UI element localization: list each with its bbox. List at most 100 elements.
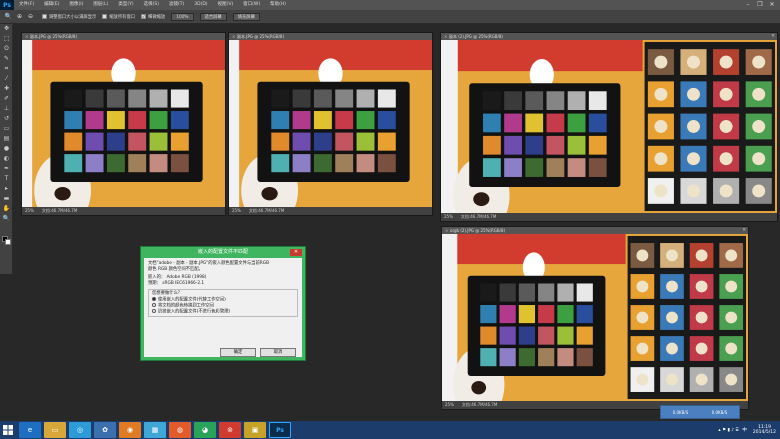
menu-image[interactable]: 图像(I) — [64, 0, 88, 10]
menu-help[interactable]: 帮助(H) — [265, 0, 291, 10]
photo-colorchecker — [441, 40, 777, 213]
menu-bar: Ps 文件(F) 编辑(E) 图像(I) 图层(L) 类型(Y) 选择(S) 滤… — [0, 0, 780, 10]
eraser-tool-icon[interactable]: ▭ — [0, 124, 13, 134]
zoom-in-icon[interactable]: ⊕ — [15, 12, 24, 21]
document-tab[interactable]: × 副本.JPG @ 25%(RGB/8) — [22, 33, 225, 40]
close-icon[interactable]: ✕ — [290, 249, 302, 256]
resize-windows-checkbox[interactable]: 调整窗口大小以满屏显示 — [42, 14, 96, 20]
brush-tool-icon[interactable]: ✐ — [0, 94, 13, 104]
menu-type[interactable]: 类型(Y) — [113, 0, 138, 10]
document-canvas[interactable] — [229, 40, 432, 207]
stamp-tool-icon[interactable]: ⊥ — [0, 104, 13, 114]
zoom-all-windows-checkbox[interactable]: 缩放所有窗口 — [102, 14, 135, 20]
fit-screen-button[interactable]: 适合屏幕 — [199, 12, 227, 21]
menu-layer[interactable]: 图层(L) — [88, 0, 113, 10]
pen-tool-icon[interactable]: ✒ — [0, 164, 13, 174]
hand-tool-icon[interactable]: ✋ — [0, 204, 13, 214]
qq-icon[interactable]: ✿ — [94, 422, 116, 438]
photoshop-window: Ps 文件(F) 编辑(E) 图像(I) 图层(L) 类型(Y) 选择(S) 滤… — [0, 0, 780, 439]
eyedropper-tool-icon[interactable]: ⁄ — [0, 74, 13, 84]
photo-colorchecker — [22, 40, 225, 207]
document-tab[interactable]: × 副本 (2).JPG @ 25%(RGB/8) ✕ — [441, 33, 777, 40]
zoom-tool-icon[interactable]: 🔍 — [4, 12, 13, 21]
path-select-icon[interactable]: ▸ — [0, 184, 13, 194]
status-bar: 25% 文档:46.7M/46.7M — [229, 207, 432, 215]
window-controls: – ❐ ✕ — [742, 0, 778, 10]
menu-edit[interactable]: 编辑(E) — [39, 0, 64, 10]
profile-mismatch-dialog: 嵌入的配置文件不匹配 ✕ 文档"adobe - 副本 - 副本.JPG"的嵌入颜… — [140, 246, 306, 361]
close-icon[interactable]: ✕ — [742, 227, 746, 234]
radio-discard[interactable]: 扔掉嵌入的配置文件(不进行色彩管理) — [152, 308, 294, 315]
options-group: 您想要做什么？ 使用嵌入的配置文件(代替工作空间) 将文档的颜色转换到工作空间 … — [148, 289, 298, 317]
dodge-tool-icon[interactable]: ◐ — [0, 154, 13, 164]
menu-file[interactable]: 文件(F) — [14, 0, 39, 10]
status-bar: 25% 文档:46.7M/46.7M — [22, 207, 225, 215]
move-tool-icon[interactable]: ✥ — [0, 24, 13, 34]
firefox-icon[interactable]: ◉ — [119, 422, 141, 438]
taskbar: e ▭ ◎ ✿ ◉ ▦ ◍ ◕ ⊚ ▣ Ps ▴ ⚑ ▮ ♪ ⌸ 中 11:19… — [0, 421, 780, 439]
document-window-2[interactable]: × 副本.JPG @ 25%(RGB/8) 25% 文档:46.7M/46.7M — [228, 32, 433, 216]
tray-icons[interactable]: ▴ ⚑ ▮ ♪ ⌸ — [718, 427, 738, 433]
download-speed: 0.0KB/S — [711, 409, 728, 415]
fill-screen-button[interactable]: 填充屏幕 — [232, 12, 260, 21]
lasso-tool-icon[interactable]: ʘ — [0, 44, 13, 54]
app-icon[interactable]: ◎ — [69, 422, 91, 438]
menu-select[interactable]: 选择(S) — [139, 0, 164, 10]
document-window-4[interactable]: × orgb (2).JPG @ 25%(RGB/8) ✕ 25% 文档:46.7M/… — [441, 226, 749, 410]
photo-colorchecker — [442, 234, 748, 401]
menu-window[interactable]: 窗口(W) — [238, 0, 265, 10]
close-icon[interactable]: ✕ — [766, 0, 778, 10]
history-brush-icon[interactable]: ↺ — [0, 114, 13, 124]
document-window-1[interactable]: × 副本.JPG @ 25%(RGB/8) 25% 文档:46.7M/46.7M — [21, 32, 226, 216]
document-canvas[interactable] — [441, 40, 777, 213]
chrome-icon[interactable]: ◕ — [194, 422, 216, 438]
document-canvas[interactable] — [22, 40, 225, 207]
radio-icon — [152, 302, 156, 307]
photo-colorchecker — [229, 40, 432, 207]
system-tray: ▴ ⚑ ▮ ♪ ⌸ 中 11:19 2014/5/12 — [718, 421, 776, 439]
blur-tool-icon[interactable]: ● — [0, 144, 13, 154]
marquee-tool-icon[interactable]: ⬚ — [0, 34, 13, 44]
file-explorer-icon[interactable]: ▭ — [44, 422, 66, 438]
crop-tool-icon[interactable]: ⌗ — [0, 64, 13, 74]
close-icon[interactable]: ✕ — [771, 33, 775, 40]
ok-button[interactable]: 确定 — [220, 348, 256, 357]
menu-filter[interactable]: 滤镜(T) — [164, 0, 189, 10]
checkmark-icon: ✓ — [141, 14, 147, 19]
photoshop-taskbar-icon[interactable]: Ps — [269, 422, 291, 438]
zoom-tool-icon[interactable]: 🔍 — [0, 214, 13, 224]
dialog-body: 文档"adobe - 副本 - 副本.JPG"的嵌入颜色配置文件与当前RGB 颜… — [144, 258, 302, 357]
tools-panel: ✥ ⬚ ʘ ✎ ⌗ ⁄ ✚ ✐ ⊥ ↺ ▭ ▤ ● ◐ ✒ T ▸ ▬ ✋ 🔍 — [0, 24, 13, 274]
healing-tool-icon[interactable]: ✚ — [0, 84, 13, 94]
cancel-button[interactable]: 取消 — [260, 348, 296, 357]
windows-start-icon[interactable] — [0, 421, 16, 439]
quick-select-tool-icon[interactable]: ✎ — [0, 54, 13, 64]
menu-3d[interactable]: 3D(D) — [189, 0, 212, 10]
checkbox-icon — [102, 14, 108, 19]
antivirus-icon[interactable]: ⊚ — [219, 422, 241, 438]
photoshop-icon[interactable]: Ps — [0, 0, 14, 10]
zoom-out-icon[interactable]: ⊖ — [26, 12, 35, 21]
gradient-tool-icon[interactable]: ▤ — [0, 134, 13, 144]
app-icon[interactable]: ▣ — [244, 422, 266, 438]
document-window-3[interactable]: × 副本 (2).JPG @ 25%(RGB/8) ✕ 25% 文档:46.7M/46… — [440, 32, 778, 222]
minimize-icon[interactable]: – — [742, 0, 754, 10]
radio-selected-icon — [152, 296, 156, 301]
menu-view[interactable]: 视图(V) — [213, 0, 239, 10]
document-canvas[interactable] — [442, 234, 748, 401]
restore-icon[interactable]: ❐ — [754, 0, 766, 10]
scrubby-zoom-checkbox[interactable]: ✓ 细微缩放 — [141, 14, 165, 20]
language-indicator[interactable]: 中 — [742, 427, 747, 433]
document-tab[interactable]: × 副本.JPG @ 25%(RGB/8) — [229, 33, 432, 40]
shape-tool-icon[interactable]: ▬ — [0, 194, 13, 204]
background-color-swatch[interactable] — [5, 239, 11, 245]
clock[interactable]: 11:19 2014/5/12 — [753, 425, 776, 435]
store-icon[interactable]: ▦ — [144, 422, 166, 438]
type-tool-icon[interactable]: T — [0, 174, 13, 184]
browser-icon[interactable]: ◍ — [169, 422, 191, 438]
upload-speed: 0.0KB/S — [672, 409, 689, 415]
document-tab[interactable]: × orgb (2).JPG @ 25%(RGB/8) ✕ — [442, 227, 748, 234]
zoom-100-button[interactable]: 100% — [171, 12, 194, 21]
ie-icon[interactable]: e — [19, 422, 41, 438]
network-speed-widget[interactable]: 0.0KB/S 0.0KB/S — [660, 405, 740, 419]
